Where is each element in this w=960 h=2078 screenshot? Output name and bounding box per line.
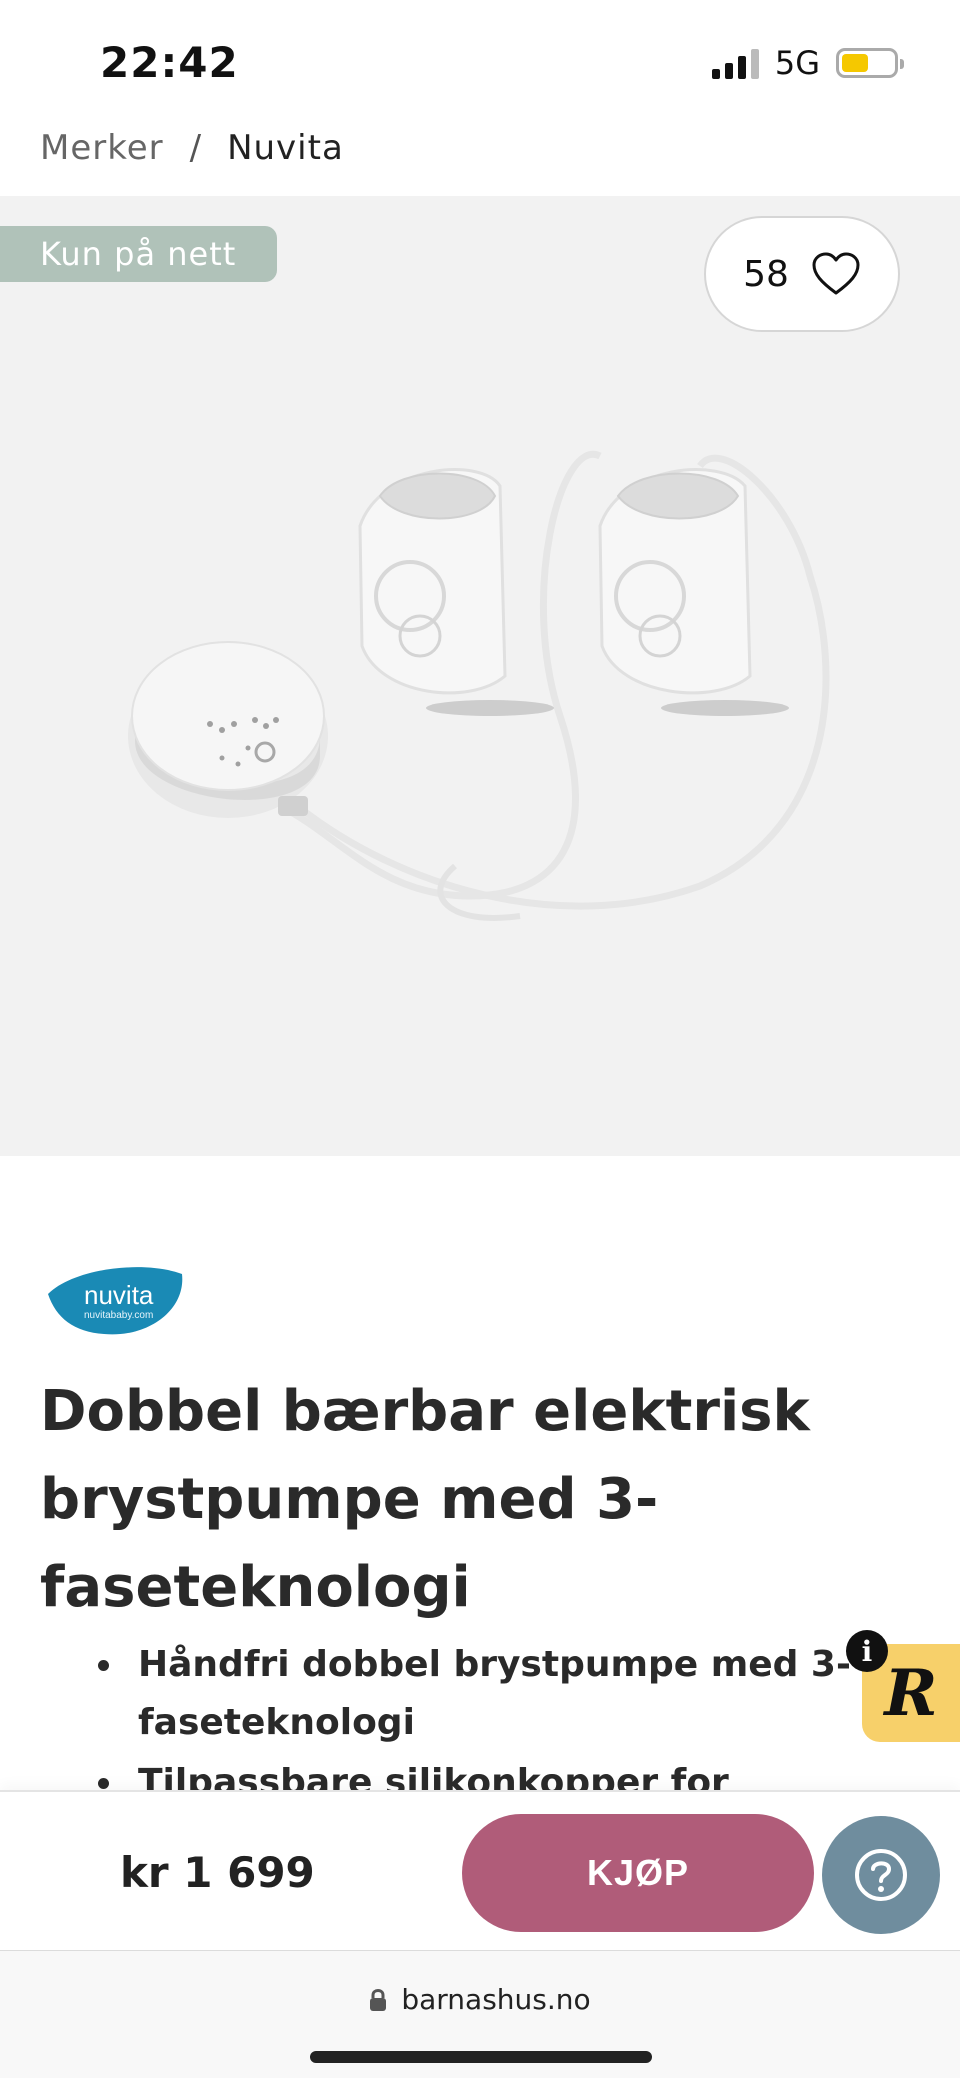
network-label: 5G bbox=[774, 44, 820, 82]
info-icon[interactable]: i bbox=[846, 1630, 888, 1672]
breadcrumb: Merker / Nuvita bbox=[40, 128, 344, 168]
help-icon bbox=[855, 1849, 907, 1901]
product-title: Dobbel bærbar elektrisk brystpumpe med 3… bbox=[40, 1379, 810, 1620]
lock-icon bbox=[370, 1988, 387, 2011]
status-time: 22:42 bbox=[100, 38, 239, 87]
url-domain: barnashus.no bbox=[401, 1983, 591, 2016]
price: kr 1 699 bbox=[120, 1848, 315, 1897]
breadcrumb-separator: / bbox=[189, 128, 202, 168]
status-indicators: 5G bbox=[711, 44, 904, 82]
breadcrumb-item-nuvita[interactable]: Nuvita bbox=[227, 128, 344, 168]
product-image bbox=[128, 450, 830, 921]
favorite-count: 58 bbox=[743, 253, 789, 295]
buy-button[interactable]: KJØP bbox=[462, 1814, 814, 1932]
home-indicator bbox=[310, 2051, 652, 2063]
brand-logo-text: nuvita bbox=[84, 1280, 154, 1310]
list-item: Håndfri dobbel brystpumpe med 3-fasetekn… bbox=[98, 1636, 858, 1752]
url-field[interactable]: barnashus.no bbox=[0, 1983, 960, 2016]
battery-icon bbox=[836, 48, 904, 78]
buy-bar: kr 1 699 KJØP bbox=[0, 1790, 960, 1950]
help-button[interactable] bbox=[822, 1816, 940, 1934]
signal-icon bbox=[711, 47, 759, 79]
brand-logo-subtext: nuvitababy.com bbox=[84, 1310, 153, 1321]
browser-url-bar: barnashus.no bbox=[0, 1950, 960, 2078]
breadcrumb-item-merker[interactable]: Merker bbox=[40, 128, 164, 168]
favorite-button[interactable]: 58 bbox=[704, 216, 900, 332]
brand-logo[interactable]: nuvita nuvitababy.com bbox=[44, 1262, 186, 1336]
status-bar: 22:42 5G bbox=[0, 0, 960, 120]
online-only-badge: Kun på nett bbox=[0, 226, 277, 282]
product-image-area[interactable]: Kun på nett 58 bbox=[0, 196, 960, 1156]
heart-icon bbox=[812, 252, 860, 295]
